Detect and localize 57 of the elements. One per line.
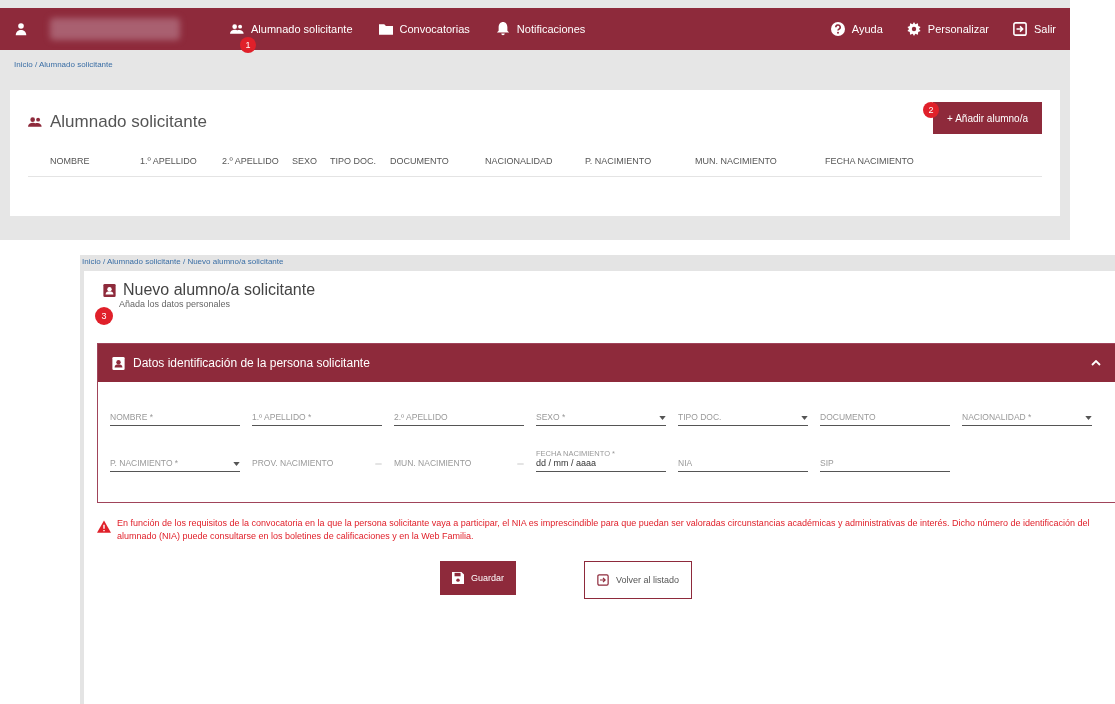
help-icon (830, 22, 845, 36)
panel-header[interactable]: Datos identificación de la persona solicitante (98, 344, 1115, 382)
form-field[interactable]: 1.º APELLIDO * (252, 404, 382, 426)
column-header: FECHA NACIMIENTO (825, 156, 915, 166)
nav-link[interactable]: Notificaciones (495, 22, 586, 36)
warning-text: En función de los requisitos de la convocatoria en la que la persona solicitante vaya a participar, el NIA es imprescindible para que puedan ser valoradas circunstancias académicas y administrativas de interés. Dicho número de identificación del alumnado (NIA) puede consultarse en los boletines de calificaciones y en la Web Familia. (117, 517, 1091, 543)
column-header: NACIONALIDAD (485, 156, 554, 166)
step-badge: 1 (240, 37, 256, 53)
save-icon (451, 572, 464, 584)
column-header: 1.º APELLIDO (140, 156, 198, 166)
column-header: NOMBRE (50, 156, 91, 166)
people-icon (28, 115, 42, 129)
folder-icon (378, 22, 393, 36)
dropdown-caret-icon (1085, 416, 1092, 420)
settings-icon (906, 22, 921, 36)
user-icon (14, 22, 28, 36)
column-header: DOCUMENTO (390, 156, 450, 166)
form-field[interactable]: TIPO DOC. (678, 404, 808, 426)
save-button[interactable]: Guardar (439, 561, 516, 595)
chevron-icon[interactable] (1091, 360, 1101, 366)
breadcrumb[interactable]: Inicio / Alumnado solicitante (0, 50, 1070, 76)
form-field[interactable]: NOMBRE * (110, 404, 240, 426)
step-badge: 2 (923, 102, 940, 118)
column-header: SEXO (292, 156, 318, 166)
warning-icon (97, 520, 111, 533)
step-badge: 3 (95, 307, 113, 325)
back-button[interactable]: Volver al listado (584, 561, 693, 599)
column-header: MUN. NACIMIENTO (695, 156, 778, 166)
dropdown-caret-icon (659, 416, 666, 420)
form-field[interactable]: NACIONALIDAD * (962, 404, 1092, 426)
header-link[interactable]: Salir (1013, 22, 1056, 36)
form-field[interactable]: P. NACIMIENTO * (110, 450, 240, 472)
form-field[interactable]: NIA (678, 450, 808, 472)
bell-icon (495, 22, 510, 36)
header-link[interactable]: Personalizar (906, 22, 989, 36)
id-badge-icon (103, 283, 116, 297)
dropdown-caret-icon (233, 462, 240, 466)
card-title: Alumnado solicitante (50, 112, 207, 132)
nav-link[interactable]: Convocatorias (378, 22, 470, 36)
add-button[interactable]: + Añadir alumno/a (933, 102, 1042, 134)
column-header: P. NACIMIENTO (585, 156, 653, 166)
form-field[interactable]: SIP (820, 450, 950, 472)
form-field[interactable]: 2.º APELLIDO (394, 404, 524, 426)
form-title: Nuevo alumno/a solicitante (123, 281, 316, 299)
form-field[interactable]: SEXO * (536, 404, 666, 426)
form-subtitle: Añada los datos personales (119, 299, 231, 309)
people-icon (230, 22, 244, 36)
header-link[interactable]: Ayuda (830, 22, 883, 36)
dropdown-caret-icon (801, 416, 808, 420)
arrow-box-icon (597, 574, 609, 586)
breadcrumb[interactable]: Inicio / Alumnado solicitante / Nuevo alumno/a solicitante (80, 257, 1115, 271)
column-header: 2.º APELLIDO (222, 156, 280, 166)
column-header: TIPO DOC. (330, 156, 377, 166)
form-field[interactable]: DOCUMENTO (820, 404, 950, 426)
panel-title: Datos identificación de la persona solicitante (133, 356, 370, 370)
exit-icon (1013, 22, 1027, 36)
id-badge-icon (112, 356, 125, 370)
